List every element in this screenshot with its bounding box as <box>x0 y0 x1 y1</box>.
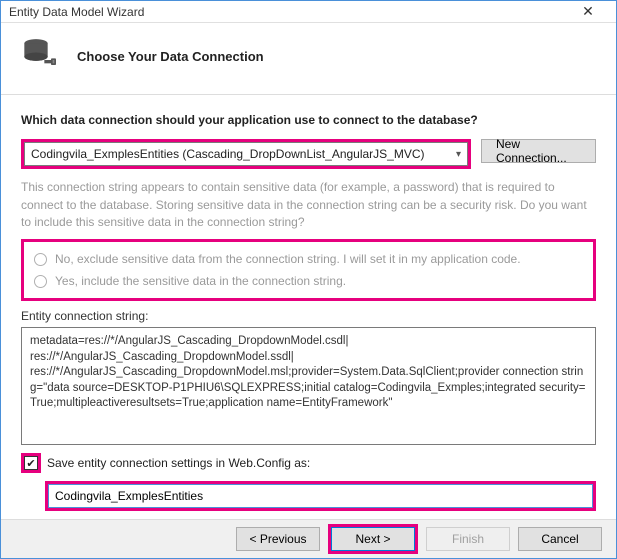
chevron-down-icon: ▾ <box>456 149 461 160</box>
new-connection-button[interactable]: New Connection... <box>481 139 596 163</box>
next-button-highlight: Next > <box>328 524 418 554</box>
finish-button: Finish <box>426 527 510 551</box>
next-button[interactable]: Next > <box>331 527 415 551</box>
previous-button[interactable]: < Previous <box>236 527 320 551</box>
wizard-header: Choose Your Data Connection <box>1 23 616 94</box>
radio-exclude[interactable]: No, exclude sensitive data from the conn… <box>34 248 583 270</box>
close-button[interactable]: ✕ <box>568 3 608 20</box>
connection-string-textarea[interactable] <box>21 327 596 445</box>
cancel-button[interactable]: Cancel <box>518 527 602 551</box>
wizard-window: Entity Data Model Wizard ✕ Choose Your D… <box>0 0 617 559</box>
connection-string-label: Entity connection string: <box>21 309 596 323</box>
settings-name-border <box>48 484 593 508</box>
settings-name-input[interactable] <box>49 485 584 507</box>
connection-prompt: Which data connection should your applic… <box>21 113 596 127</box>
radio-icon <box>34 253 47 266</box>
save-settings-row: ✔ Save entity connection settings in Web… <box>21 453 596 473</box>
sensitive-data-warning: This connection string appears to contai… <box>21 179 596 231</box>
titlebar: Entity Data Model Wizard ✕ <box>1 1 616 23</box>
wizard-footer: < Previous Next > Finish Cancel <box>1 519 616 558</box>
wizard-content: Which data connection should your applic… <box>1 95 616 519</box>
sensitive-data-radio-group: No, exclude sensitive data from the conn… <box>21 239 596 301</box>
database-icon <box>21 35 61 78</box>
window-title: Entity Data Model Wizard <box>9 5 568 19</box>
radio-exclude-label: No, exclude sensitive data from the conn… <box>55 252 521 266</box>
save-checkbox[interactable]: ✔ <box>24 456 38 470</box>
connection-dropdown-highlight: Codingvila_ExmplesEntities (Cascading_Dr… <box>21 139 471 169</box>
radio-icon <box>34 275 47 288</box>
settings-name-highlight <box>45 481 596 511</box>
radio-include-label: Yes, include the sensitive data in the c… <box>55 274 346 288</box>
save-checkbox-label: Save entity connection settings in Web.C… <box>47 456 310 470</box>
connection-row: Codingvila_ExmplesEntities (Cascading_Dr… <box>21 139 596 169</box>
wizard-heading: Choose Your Data Connection <box>77 49 264 64</box>
radio-include[interactable]: Yes, include the sensitive data in the c… <box>34 270 583 292</box>
connection-dropdown[interactable]: Codingvila_ExmplesEntities (Cascading_Dr… <box>24 142 468 166</box>
connection-dropdown-value: Codingvila_ExmplesEntities (Cascading_Dr… <box>31 147 425 161</box>
save-checkbox-highlight: ✔ <box>21 453 41 473</box>
